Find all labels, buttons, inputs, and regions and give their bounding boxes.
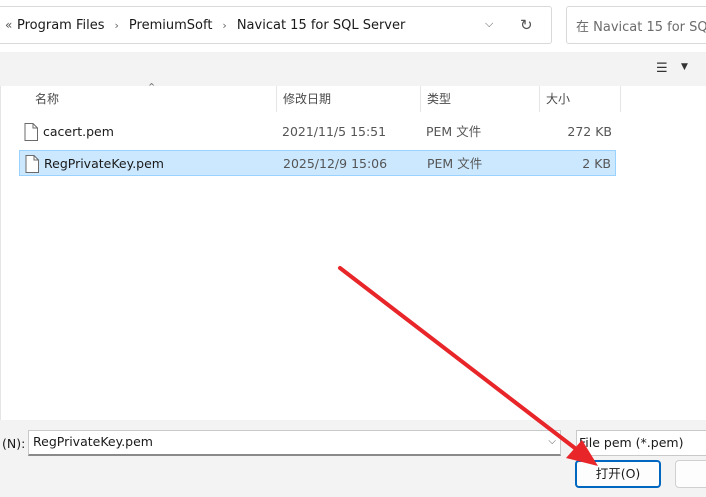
address-bar[interactable]: « Program Files › PremiumSoft › Navicat … <box>0 6 552 44</box>
column-header-size[interactable]: 大小 <box>540 86 570 112</box>
breadcrumb-separator-icon[interactable]: › <box>222 19 226 32</box>
chevron-down-icon[interactable]: ⌵ <box>485 17 493 31</box>
filename-label: (N): <box>2 436 26 451</box>
column-header: ⌃ 名称 修改日期 类型 大小 <box>1 81 706 112</box>
breadcrumb-separator-icon[interactable]: › <box>115 19 119 32</box>
view-menu-icon[interactable]: ☰ <box>656 61 668 76</box>
dialog-footer: (N): RegPrivateKey.pem ⌵ File pem (*.pem… <box>0 420 706 497</box>
file-date: 2025/12/9 15:06 <box>283 156 388 171</box>
filename-input[interactable]: RegPrivateKey.pem ⌵ <box>28 430 561 456</box>
column-header-type[interactable]: 类型 <box>421 86 451 112</box>
refresh-icon[interactable]: ↻ <box>520 16 533 34</box>
breadcrumb-premiumsoft[interactable]: PremiumSoft <box>129 18 213 33</box>
file-list: ⌃ 名称 修改日期 类型 大小 cacert.pem 2021/11/5 15:… <box>0 81 706 420</box>
file-icon <box>25 155 39 173</box>
file-name: RegPrivateKey.pem <box>44 156 164 171</box>
search-input[interactable]: 在 Navicat 15 for SQL Server 中搜索 <box>566 6 706 44</box>
breadcrumb-program-files[interactable]: Program Files <box>17 18 105 33</box>
cancel-button[interactable] <box>675 460 706 488</box>
file-icon <box>24 123 38 141</box>
file-type: PEM 文件 <box>426 124 482 139</box>
file-size: 272 KB <box>567 124 612 139</box>
toolbar: ☰ ▼ <box>0 52 706 86</box>
file-name: cacert.pem <box>43 124 114 139</box>
column-header-name[interactable]: 名称 <box>29 86 59 112</box>
sort-ascending-icon: ⌃ <box>147 81 157 94</box>
column-header-date[interactable]: 修改日期 <box>277 86 331 112</box>
address-row: « Program Files › PremiumSoft › Navicat … <box>0 0 706 52</box>
view-dropdown-chevron-icon[interactable]: ▼ <box>681 62 688 72</box>
filename-value: RegPrivateKey.pem <box>33 434 153 449</box>
list-item-regprivatekey[interactable]: RegPrivateKey.pem 2025/12/9 15:06 PEM 文件… <box>19 150 616 176</box>
overflow-chevron-icon[interactable]: « <box>5 18 17 32</box>
file-type-filter[interactable]: File pem (*.pem) <box>576 430 706 456</box>
file-date: 2021/11/5 15:51 <box>282 124 387 139</box>
file-type: PEM 文件 <box>427 156 483 171</box>
filter-value: File pem (*.pem) <box>579 435 684 450</box>
search-placeholder: 在 Navicat 15 for SQL Server 中搜索 <box>576 19 706 35</box>
file-size: 2 KB <box>582 156 611 171</box>
open-button[interactable]: 打开(O) <box>575 460 661 488</box>
list-item-cacert[interactable]: cacert.pem 2021/11/5 15:51 PEM 文件 272 KB <box>19 119 616 145</box>
column-divider[interactable] <box>620 86 621 112</box>
breadcrumb-navicat[interactable]: Navicat 15 for SQL Server <box>237 18 406 33</box>
chevron-down-icon[interactable]: ⌵ <box>548 431 556 453</box>
